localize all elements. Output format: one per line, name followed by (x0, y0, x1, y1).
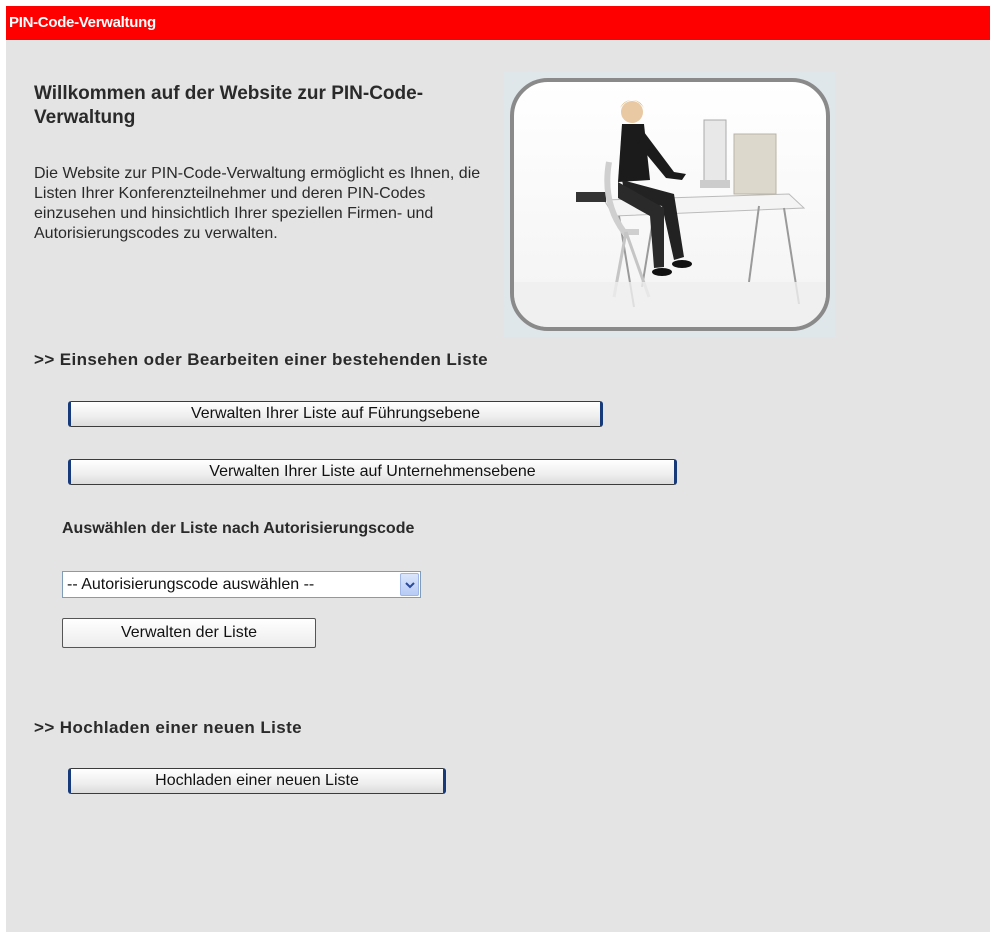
upload-heading: >> Hochladen einer neuen Liste (34, 718, 303, 737)
manage-list-button[interactable]: Verwalten der Liste (62, 618, 316, 648)
manage-management-list-button[interactable]: Verwalten Ihrer Liste auf Führungsebene (68, 401, 603, 427)
welcome-description: Die Website zur PIN-Code-Verwaltung ermö… (34, 165, 481, 242)
woman-at-desk-illustration (514, 100, 826, 327)
page-title: PIN-Code-Verwaltung (9, 14, 156, 31)
header-bar: PIN-Code-Verwaltung (6, 6, 990, 40)
chevron-down-icon[interactable] (400, 573, 419, 596)
page-content: PIN-Code-Verwaltung Willkommen auf der W… (6, 6, 990, 932)
upload-new-list-button[interactable]: Hochladen einer neuen Liste (68, 768, 446, 794)
auth-code-select[interactable]: -- Autorisierungscode auswählen -- (62, 571, 421, 598)
auth-code-select-value: -- Autorisierungscode auswählen -- (67, 576, 315, 593)
photo-frame (510, 78, 830, 331)
existing-list-heading: >> Einsehen oder Bearbeiten einer besteh… (34, 350, 489, 369)
office-worker-photo (504, 72, 835, 337)
select-by-code-label: Auswählen der Liste nach Autorisierungsc… (62, 520, 415, 537)
manage-company-list-button[interactable]: Verwalten Ihrer Liste auf Unternehmenseb… (68, 459, 677, 485)
welcome-heading: Willkommen auf der Website zur PIN-Code-… (34, 83, 424, 128)
